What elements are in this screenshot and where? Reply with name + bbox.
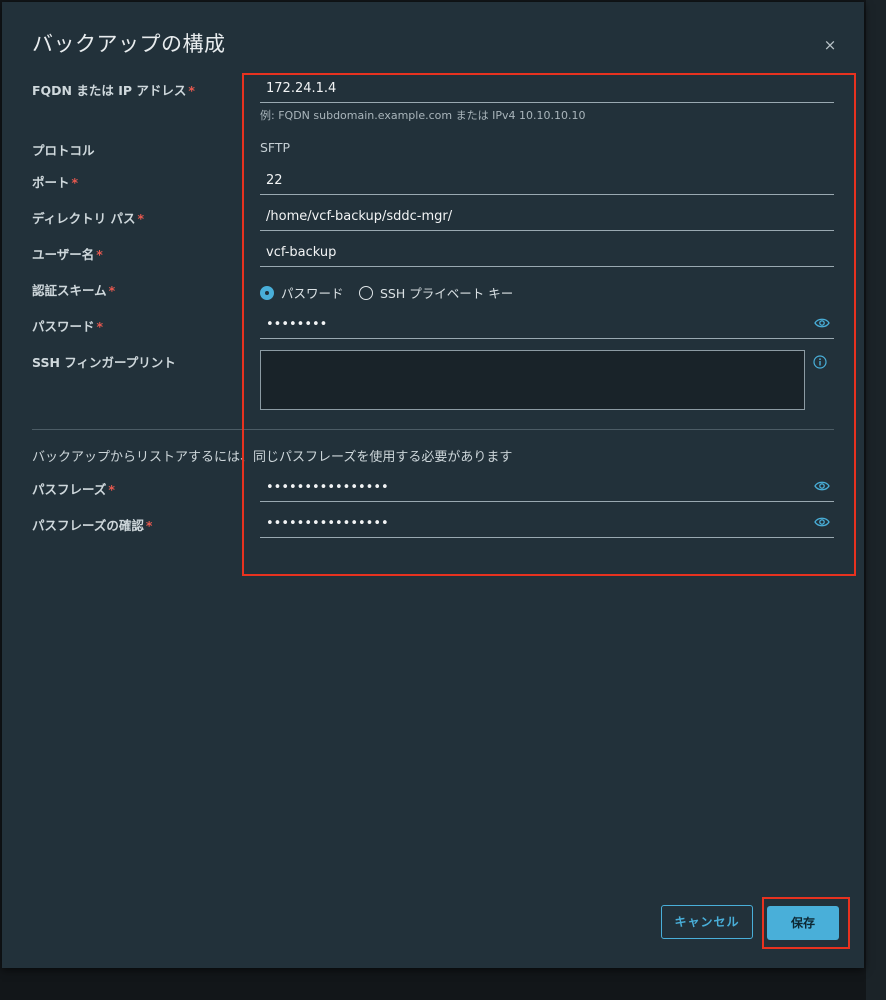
passphrase-confirm-input[interactable] [266, 513, 806, 533]
passphrase-confirm-label: パスフレーズの確認 * [32, 515, 152, 534]
required-marker: * [108, 482, 115, 497]
fqdn-field[interactable] [260, 74, 834, 103]
radio-password-label: パスワード [281, 286, 344, 301]
info-icon[interactable] [813, 355, 827, 369]
show-passphrase-confirm-eye-icon[interactable] [814, 516, 830, 528]
port-field[interactable] [260, 166, 834, 195]
passphrase-field[interactable] [260, 473, 834, 502]
password-label-text: パスワード [32, 319, 95, 334]
ssh-fingerprint-field[interactable] [260, 350, 805, 410]
passphrase-label-text: パスフレーズ [32, 482, 107, 497]
directory-input[interactable] [266, 206, 806, 226]
protocol-value: SFTP [260, 140, 291, 155]
show-passphrase-eye-icon[interactable] [814, 480, 830, 492]
show-password-eye-icon[interactable] [814, 317, 830, 329]
radio-unchecked-icon [359, 285, 373, 300]
radio-password[interactable]: パスワード [260, 283, 344, 302]
port-input[interactable] [266, 170, 806, 190]
passphrase-confirm-label-text: パスフレーズの確認 [32, 518, 144, 533]
auth-scheme-label-text: 認証スキーム [32, 283, 107, 298]
required-marker: * [137, 211, 145, 226]
ssh-fingerprint-label: SSH フィンガープリント [32, 355, 176, 370]
radio-ssh-key-label: SSH プライベート キー [380, 286, 514, 301]
section-divider [32, 429, 834, 430]
username-label: ユーザー名 * [32, 244, 103, 263]
required-marker: * [108, 283, 116, 298]
password-label: パスワード * [32, 316, 103, 335]
dialog-title: バックアップの構成 [32, 32, 226, 56]
backup-config-dialog: バックアップの構成 × FQDN または IP アドレス* 例: FQDN su… [2, 2, 864, 968]
username-label-text: ユーザー名 [32, 247, 95, 262]
radio-checked-icon [260, 285, 274, 300]
password-input[interactable] [266, 314, 806, 334]
close-icon[interactable]: × [820, 35, 840, 55]
cancel-button[interactable]: キャンセル [661, 905, 753, 939]
background-strip [866, 0, 886, 1000]
username-input[interactable] [266, 242, 806, 262]
passphrase-input[interactable] [266, 477, 806, 497]
required-marker: * [71, 175, 79, 190]
fqdn-input[interactable] [266, 78, 806, 98]
passphrase-label: パスフレーズ * [32, 479, 115, 498]
save-button[interactable]: 保存 [767, 906, 839, 940]
required-marker: * [145, 518, 153, 533]
directory-label-text: ディレクトリ パス [32, 211, 136, 226]
required-marker: * [188, 83, 195, 98]
protocol-label: プロトコル [32, 143, 95, 158]
fqdn-hint: 例: FQDN subdomain.example.com または IPv4 1… [260, 109, 586, 122]
passphrase-note: バックアップからリストアするには、同じパスフレーズを使用する必要があります [32, 450, 513, 465]
port-label-text: ポート [32, 175, 70, 190]
auth-scheme-label: 認証スキーム * [32, 280, 115, 299]
port-label: ポート * [32, 172, 78, 191]
directory-label: ディレクトリ パス * [32, 208, 144, 227]
fqdn-label-text: FQDN または IP アドレス [32, 83, 187, 98]
required-marker: * [96, 247, 103, 262]
directory-field[interactable] [260, 202, 834, 231]
radio-ssh-key[interactable]: SSH プライベート キー [359, 283, 513, 302]
password-field[interactable] [260, 310, 834, 339]
ssh-fingerprint-textarea[interactable] [261, 351, 804, 409]
username-field[interactable] [260, 238, 834, 267]
fqdn-label: FQDN または IP アドレス * [32, 80, 195, 99]
passphrase-confirm-field[interactable] [260, 509, 834, 538]
required-marker: * [96, 319, 104, 334]
